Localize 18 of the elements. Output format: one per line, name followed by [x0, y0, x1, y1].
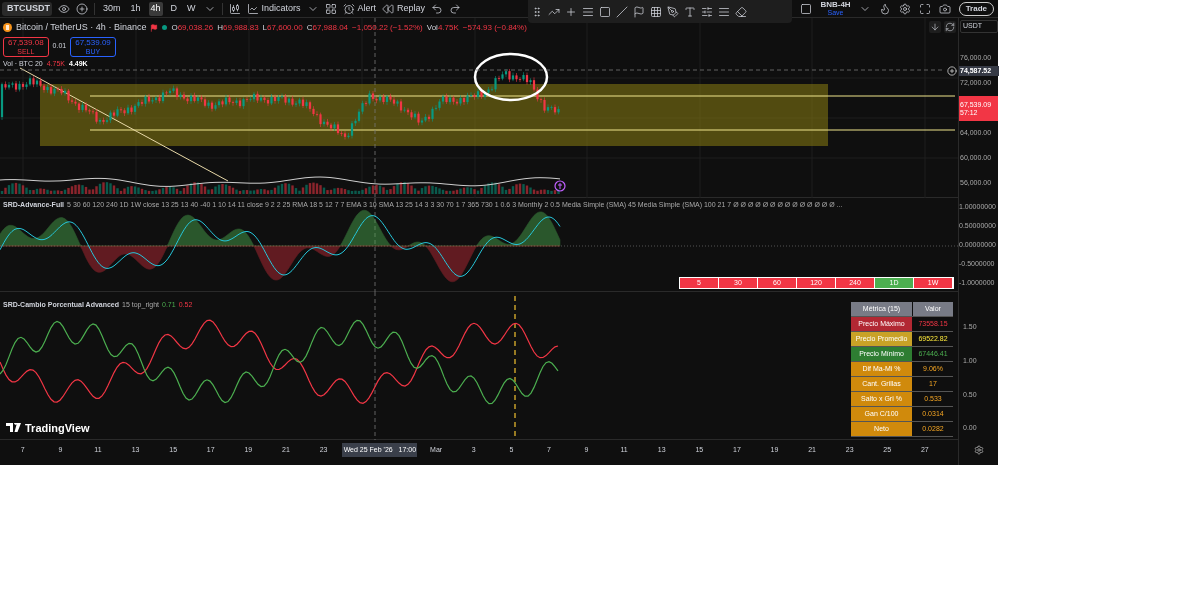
interval-button[interactable]: 4h [148, 1, 163, 16]
volume-change: −574.93 (−0.84%) [462, 21, 527, 34]
price-change: −1,050.22 (−1.52%) [352, 21, 423, 34]
symbol-title: Bitcoin / TetherUS · 4h · Binance [16, 21, 147, 34]
interval-button[interactable]: W [185, 1, 198, 16]
interval-button[interactable]: D [168, 1, 180, 16]
ohlc-value: L67,600.00 [262, 21, 303, 34]
interval-button[interactable]: 30m [101, 1, 123, 16]
indicators-button[interactable]: Indicators [246, 1, 301, 16]
volume-value: Vol4.75K [426, 21, 459, 34]
symbol-search[interactable]: BTCUSDT [2, 1, 52, 16]
ohlc-value: C67,988.04 [306, 21, 349, 34]
ohlc-value: H69,988.83 [217, 21, 259, 34]
brand-name: TradingView [25, 420, 90, 436]
ohlc-value: O69,038.26 [171, 21, 214, 34]
replay-button[interactable]: Replay [382, 1, 426, 16]
alert-button[interactable]: Alert [342, 1, 377, 16]
interval-button[interactable]: 1h [128, 1, 143, 16]
